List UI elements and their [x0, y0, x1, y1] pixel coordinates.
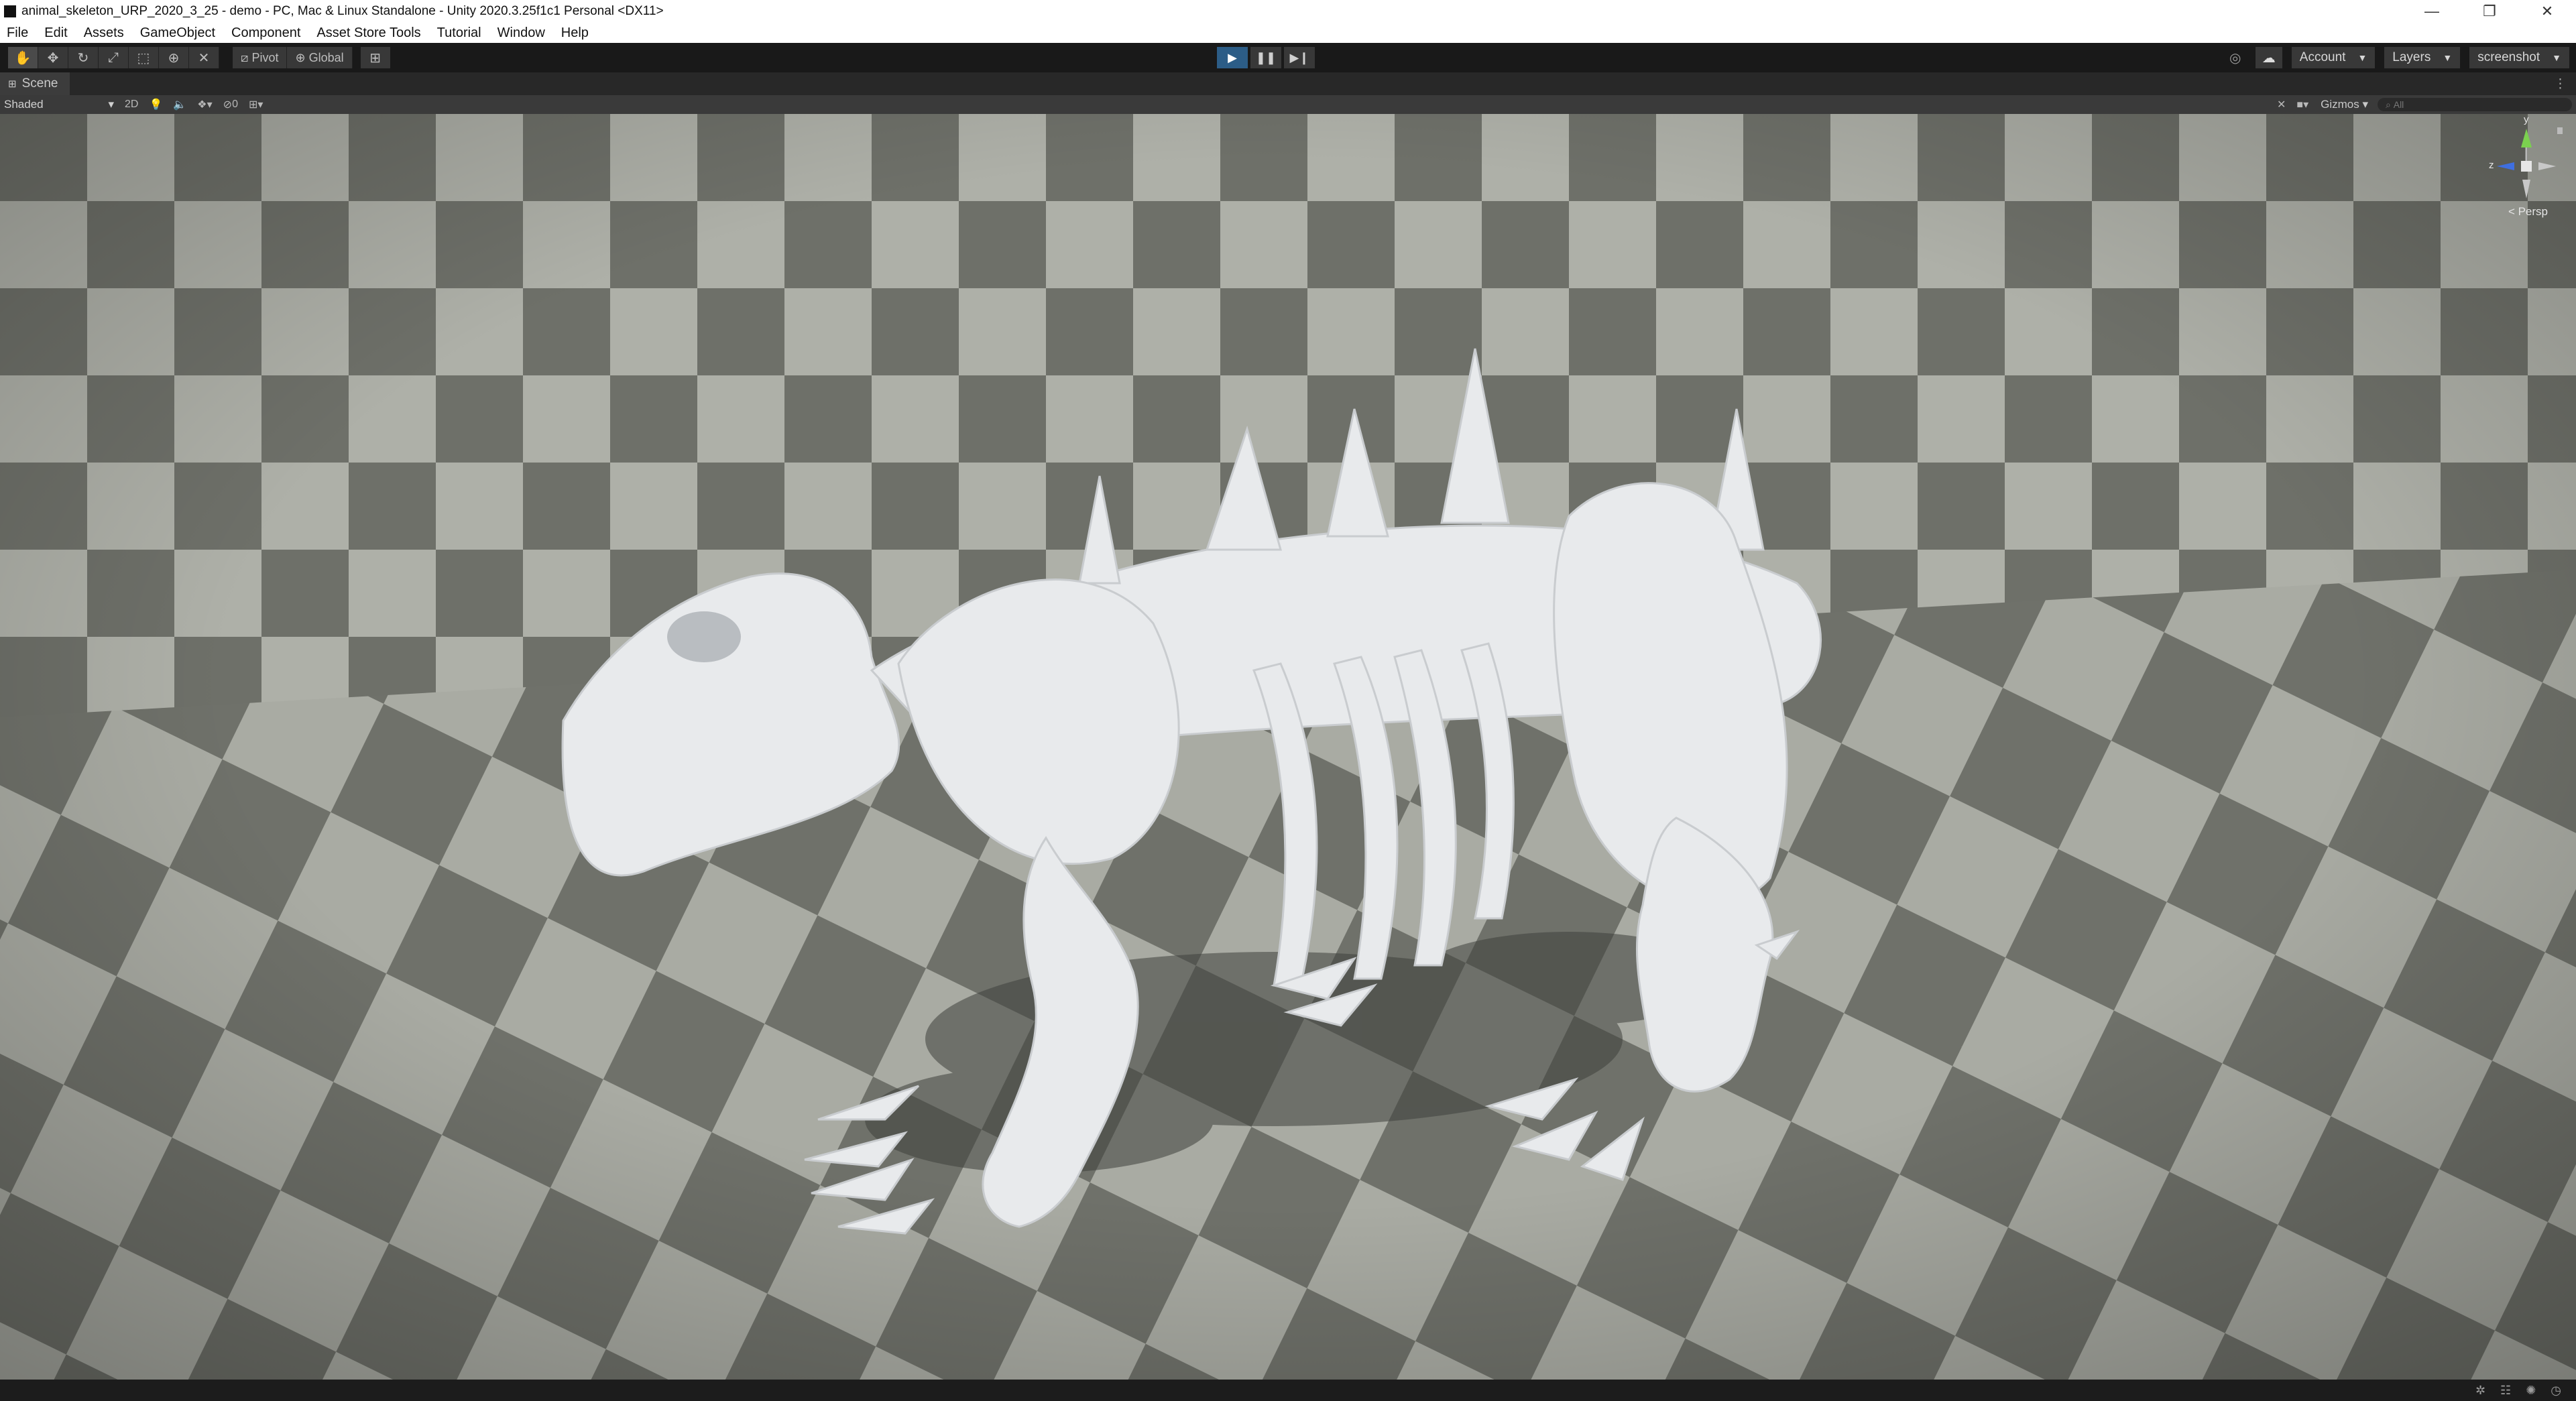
- hidden-objects-toggle[interactable]: ⊘ 0: [218, 95, 243, 114]
- projection-toggle[interactable]: < Persp: [2508, 205, 2548, 219]
- scene-icon: ⊞: [8, 78, 17, 90]
- axis-y-label: y: [2524, 114, 2529, 125]
- layers-dropdown[interactable]: Layers ▼: [2384, 47, 2461, 68]
- chevron-down-icon: ▼: [2357, 52, 2367, 63]
- step-icon[interactable]: ▶❙: [1284, 47, 1315, 68]
- scene-view-bar: Shaded ▾ 2D 💡 🔈 ❖▾ ⊘ 0 ⊞▾ ✕ ■▾ Gizmos ▾ ⌕…: [0, 95, 2576, 114]
- rotate-tool-icon[interactable]: ↻: [68, 47, 99, 68]
- pivot-icon: ⧄: [241, 50, 252, 64]
- layout-label: screenshot: [2477, 50, 2540, 64]
- menu-asset-store-tools[interactable]: Asset Store Tools: [316, 25, 420, 41]
- scale-tool-icon[interactable]: ⤢: [99, 47, 129, 68]
- custom-tool-icon[interactable]: ✕: [189, 47, 219, 68]
- menu-component[interactable]: Component: [231, 25, 300, 41]
- hidden-count: 0: [232, 99, 238, 110]
- hand-tool-icon[interactable]: ✋: [8, 47, 38, 68]
- menu-edit[interactable]: Edit: [44, 25, 67, 41]
- window-titlebar: animal_skeleton_URP_2020_3_25 - demo - P…: [0, 0, 2576, 23]
- axis-gizmo-icon: [2497, 127, 2563, 198]
- pivot-label: Pivot: [251, 50, 279, 64]
- scene-render: [0, 114, 2576, 1380]
- unity-icon: [4, 5, 16, 17]
- transform-tools: ✋ ✥ ↻ ⤢ ⬚ ⊕ ✕: [8, 47, 219, 68]
- pivot-global-group: ⧄ Pivot ⊕ Global: [233, 47, 353, 68]
- move-tool-icon[interactable]: ✥: [38, 47, 68, 68]
- layers-label: Layers: [2392, 50, 2431, 64]
- lighting-icon[interactable]: 💡: [143, 95, 168, 114]
- tab-scene[interactable]: ⊞ Scene: [0, 72, 70, 95]
- cloud-icon[interactable]: ☁: [2255, 47, 2282, 68]
- shading-mode-dropdown[interactable]: Shaded ▾: [0, 98, 119, 111]
- menu-bar: File Edit Assets GameObject Component As…: [0, 23, 2576, 43]
- layout-dropdown[interactable]: screenshot ▼: [2469, 47, 2569, 68]
- shading-mode-label: Shaded: [4, 98, 44, 111]
- progress-icon[interactable]: ◷: [2551, 1384, 2561, 1398]
- more-options-icon[interactable]: ⋮: [2554, 76, 2567, 92]
- gizmos-dropdown[interactable]: Gizmos ▾: [2321, 98, 2368, 111]
- search-icon: ⌕: [2386, 99, 2394, 110]
- scene-viewport[interactable]: y z < Persp: [0, 114, 2576, 1380]
- account-label: Account: [2299, 50, 2346, 64]
- cache-server-icon[interactable]: ☷: [2500, 1384, 2511, 1398]
- collab-icon[interactable]: ◎: [2222, 47, 2249, 68]
- status-bar: ✲ ☷ ✺ ◷: [0, 1380, 2576, 1401]
- window-title: animal_skeleton_URP_2020_3_25 - demo - P…: [21, 4, 664, 18]
- menu-tutorial[interactable]: Tutorial: [437, 25, 481, 41]
- scene-tab-bar: ⊞ Scene ⋮: [0, 72, 2576, 95]
- restore-button[interactable]: ❐: [2461, 0, 2518, 23]
- tools-icon[interactable]: ✕: [2272, 95, 2291, 114]
- menu-help[interactable]: Help: [561, 25, 589, 41]
- playmode-controls: ▶ ❚❚ ▶❙: [1217, 47, 1318, 68]
- camera-icon[interactable]: ■▾: [2291, 95, 2314, 114]
- global-toggle[interactable]: ⊕ Global: [287, 47, 353, 68]
- eye-slash-icon: ⊘: [223, 99, 233, 111]
- chevron-down-icon: ▾: [108, 98, 114, 111]
- toolbar-right: ◎ ☁ Account ▼ Layers ▼ screenshot ▼: [2215, 47, 2569, 68]
- transform-tool-icon[interactable]: ⊕: [159, 47, 189, 68]
- menu-file[interactable]: File: [7, 25, 28, 41]
- pause-icon[interactable]: ❚❚: [1250, 47, 1281, 68]
- minimize-button[interactable]: —: [2403, 0, 2461, 23]
- grid-snap-icon[interactable]: ⊞: [360, 47, 390, 68]
- chevron-down-icon: ▼: [2443, 52, 2453, 63]
- globe-icon: ⊕: [295, 50, 309, 64]
- play-icon[interactable]: ▶: [1217, 47, 1248, 68]
- effects-icon[interactable]: ❖▾: [192, 95, 217, 114]
- tab-scene-label: Scene: [21, 76, 58, 90]
- debug-icon[interactable]: ✲: [2475, 1384, 2485, 1398]
- search-placeholder: All: [2393, 99, 2404, 110]
- scene-bar-right: ✕ ■▾ Gizmos ▾ ⌕ All: [2272, 95, 2572, 114]
- audio-icon[interactable]: 🔈: [168, 95, 192, 114]
- 2d-toggle[interactable]: 2D: [119, 95, 143, 114]
- rect-tool-icon[interactable]: ⬚: [129, 47, 159, 68]
- menu-gameobject[interactable]: GameObject: [140, 25, 215, 41]
- gizmos-label: Gizmos: [2321, 98, 2359, 111]
- chevron-down-icon: ▼: [2552, 52, 2561, 63]
- global-label: Global: [308, 50, 344, 64]
- axis-z-label: z: [2489, 160, 2494, 171]
- menu-window[interactable]: Window: [497, 25, 545, 41]
- scene-search-input[interactable]: ⌕ All: [2378, 98, 2572, 111]
- grid-icon[interactable]: ⊞▾: [243, 95, 268, 114]
- bug-icon[interactable]: ✺: [2526, 1384, 2536, 1398]
- close-button[interactable]: ✕: [2518, 0, 2576, 23]
- account-dropdown[interactable]: Account ▼: [2291, 47, 2376, 68]
- pivot-toggle[interactable]: ⧄ Pivot: [233, 47, 288, 68]
- menu-assets[interactable]: Assets: [84, 25, 124, 41]
